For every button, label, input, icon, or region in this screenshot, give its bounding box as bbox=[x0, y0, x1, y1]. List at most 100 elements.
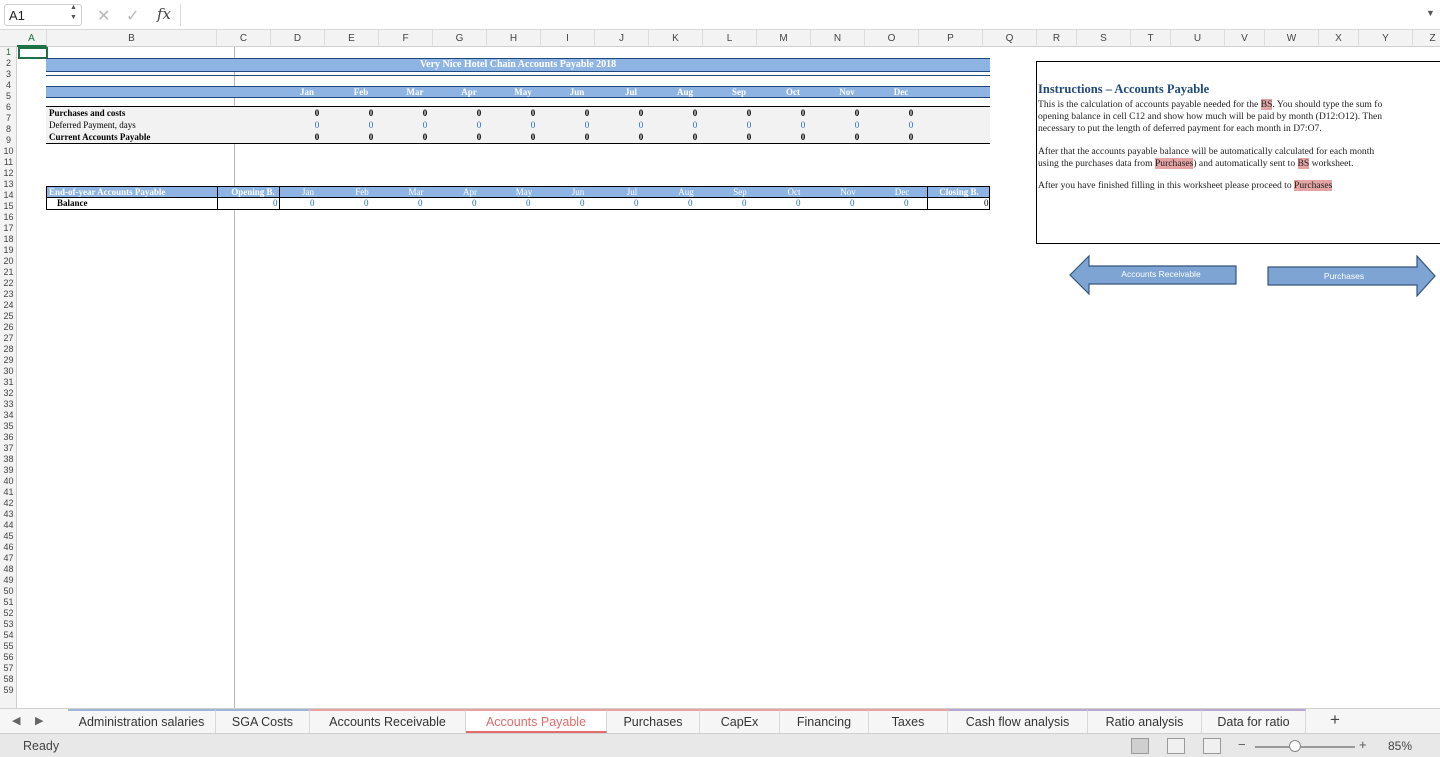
row-header-36[interactable]: 36 bbox=[0, 432, 16, 443]
payment-input-cell[interactable]: 0 bbox=[796, 198, 801, 209]
deferred-days-input-cell[interactable]: 0 bbox=[344, 119, 398, 131]
selected-cell[interactable] bbox=[18, 47, 52, 63]
column-header-t[interactable]: T bbox=[1131, 30, 1171, 47]
row-header-26[interactable]: 26 bbox=[0, 322, 16, 333]
row-header-33[interactable]: 33 bbox=[0, 399, 16, 410]
row-header-9[interactable]: 9 bbox=[0, 135, 16, 146]
row-header-34[interactable]: 34 bbox=[0, 410, 16, 421]
row-header-3[interactable]: 3 bbox=[0, 69, 16, 80]
column-header-j[interactable]: J bbox=[595, 30, 649, 47]
accounts-receivable-nav-button[interactable]: Accounts Receivable bbox=[1069, 254, 1237, 296]
column-header-i[interactable]: I bbox=[541, 30, 595, 47]
row-header-40[interactable]: 40 bbox=[0, 476, 16, 487]
row-header-32[interactable]: 32 bbox=[0, 388, 16, 399]
sheet-tab-taxes[interactable]: Taxes bbox=[869, 709, 948, 733]
deferred-days-input-cell[interactable]: 0 bbox=[668, 119, 722, 131]
row-header-25[interactable]: 25 bbox=[0, 311, 16, 322]
chevron-down-icon[interactable]: ▼ bbox=[1426, 8, 1435, 18]
column-header-m[interactable]: M bbox=[757, 30, 811, 47]
purchases-nav-button[interactable]: Purchases bbox=[1267, 254, 1437, 298]
sheet-tab-capex[interactable]: CapEx bbox=[700, 709, 780, 733]
row-header-11[interactable]: 11 bbox=[0, 157, 16, 168]
payment-input-cell[interactable]: 0 bbox=[472, 198, 477, 209]
column-header-a[interactable]: A bbox=[17, 30, 47, 47]
row-header-17[interactable]: 17 bbox=[0, 223, 16, 234]
column-header-b[interactable]: B bbox=[47, 30, 217, 47]
row-header-50[interactable]: 50 bbox=[0, 586, 16, 597]
row-header-29[interactable]: 29 bbox=[0, 355, 16, 366]
column-header-g[interactable]: G bbox=[433, 30, 487, 47]
sheet-tab-data-for-ratio[interactable]: Data for ratio bbox=[1202, 709, 1306, 733]
row-header-54[interactable]: 54 bbox=[0, 630, 16, 641]
column-header-y[interactable]: Y bbox=[1359, 30, 1413, 47]
row-header-51[interactable]: 51 bbox=[0, 597, 16, 608]
deferred-days-input-cell[interactable]: 0 bbox=[830, 119, 884, 131]
column-header-w[interactable]: W bbox=[1265, 30, 1319, 47]
row-header-35[interactable]: 35 bbox=[0, 421, 16, 432]
column-header-e[interactable]: E bbox=[325, 30, 379, 47]
row-header-49[interactable]: 49 bbox=[0, 575, 16, 586]
row-header-43[interactable]: 43 bbox=[0, 509, 16, 520]
formula-input[interactable] bbox=[184, 4, 1414, 26]
payment-input-cell[interactable]: 0 bbox=[310, 198, 315, 209]
row-header-55[interactable]: 55 bbox=[0, 641, 16, 652]
opening-balance-value[interactable]: 0 bbox=[273, 198, 278, 209]
close-icon[interactable]: ✕ bbox=[97, 6, 110, 26]
payment-input-cell[interactable]: 0 bbox=[580, 198, 585, 209]
zoom-slider[interactable] bbox=[1255, 746, 1355, 748]
payment-input-cell[interactable]: 0 bbox=[688, 198, 693, 209]
payment-input-cell[interactable]: 0 bbox=[364, 198, 369, 209]
cell-area[interactable]: Very Nice Hotel Chain Accounts Payable 2… bbox=[17, 47, 1440, 708]
row-header-39[interactable]: 39 bbox=[0, 465, 16, 476]
column-header-r[interactable]: R bbox=[1037, 30, 1077, 47]
row-header-56[interactable]: 56 bbox=[0, 652, 16, 663]
row-header-7[interactable]: 7 bbox=[0, 113, 16, 124]
page-break-view-icon[interactable] bbox=[1203, 738, 1221, 754]
row-header-41[interactable]: 41 bbox=[0, 487, 16, 498]
payment-input-cell[interactable]: 0 bbox=[634, 198, 639, 209]
row-header-2[interactable]: 2 bbox=[0, 58, 16, 69]
row-header-1[interactable]: 1 bbox=[0, 47, 16, 58]
tab-scroll-right-icon[interactable]: ▶ bbox=[35, 714, 43, 727]
sheet-tab-financing[interactable]: Financing bbox=[780, 709, 869, 733]
column-header-k[interactable]: K bbox=[649, 30, 703, 47]
payment-input-cell[interactable]: 0 bbox=[742, 198, 747, 209]
sheet-tab-ratio-analysis[interactable]: Ratio analysis bbox=[1088, 709, 1202, 733]
row-header-8[interactable]: 8 bbox=[0, 124, 16, 135]
row-header-45[interactable]: 45 bbox=[0, 531, 16, 542]
sheet-tab-administration-salaries[interactable]: Administration salaries bbox=[68, 709, 216, 733]
sheet-tab-accounts-receivable[interactable]: Accounts Receivable bbox=[310, 709, 466, 733]
row-header-19[interactable]: 19 bbox=[0, 245, 16, 256]
row-header-18[interactable]: 18 bbox=[0, 234, 16, 245]
row-header-4[interactable]: 4 bbox=[0, 80, 16, 91]
deferred-days-input-cell[interactable]: 0 bbox=[506, 119, 560, 131]
sheet-tab-purchases[interactable]: Purchases bbox=[607, 709, 700, 733]
row-header-22[interactable]: 22 bbox=[0, 278, 16, 289]
zoom-out-button[interactable]: − bbox=[1238, 737, 1246, 752]
column-header-x[interactable]: X bbox=[1319, 30, 1359, 47]
row-header-10[interactable]: 10 bbox=[0, 146, 16, 157]
deferred-days-input-cell[interactable]: 0 bbox=[290, 119, 344, 131]
row-header-48[interactable]: 48 bbox=[0, 564, 16, 575]
row-header-52[interactable]: 52 bbox=[0, 608, 16, 619]
row-header-6[interactable]: 6 bbox=[0, 102, 16, 113]
row-header-44[interactable]: 44 bbox=[0, 520, 16, 531]
payment-input-cell[interactable]: 0 bbox=[904, 198, 909, 209]
column-header-p[interactable]: P bbox=[919, 30, 983, 47]
sheet-tab-accounts-payable[interactable]: Accounts Payable bbox=[466, 709, 607, 733]
deferred-days-input-cell[interactable]: 0 bbox=[560, 119, 614, 131]
fx-icon[interactable]: fx bbox=[157, 5, 171, 23]
row-header-24[interactable]: 24 bbox=[0, 300, 16, 311]
column-header-c[interactable]: C bbox=[217, 30, 271, 47]
row-header-31[interactable]: 31 bbox=[0, 377, 16, 388]
payment-input-cell[interactable]: 0 bbox=[850, 198, 855, 209]
column-header-o[interactable]: O bbox=[865, 30, 919, 47]
row-header-21[interactable]: 21 bbox=[0, 267, 16, 278]
zoom-slider-handle[interactable] bbox=[1289, 740, 1301, 752]
check-icon[interactable]: ✓ bbox=[126, 6, 139, 26]
row-header-37[interactable]: 37 bbox=[0, 443, 16, 454]
column-header-l[interactable]: L bbox=[703, 30, 757, 47]
row-header-30[interactable]: 30 bbox=[0, 366, 16, 377]
column-header-u[interactable]: U bbox=[1171, 30, 1225, 47]
bs-link[interactable]: BS bbox=[1297, 158, 1310, 169]
